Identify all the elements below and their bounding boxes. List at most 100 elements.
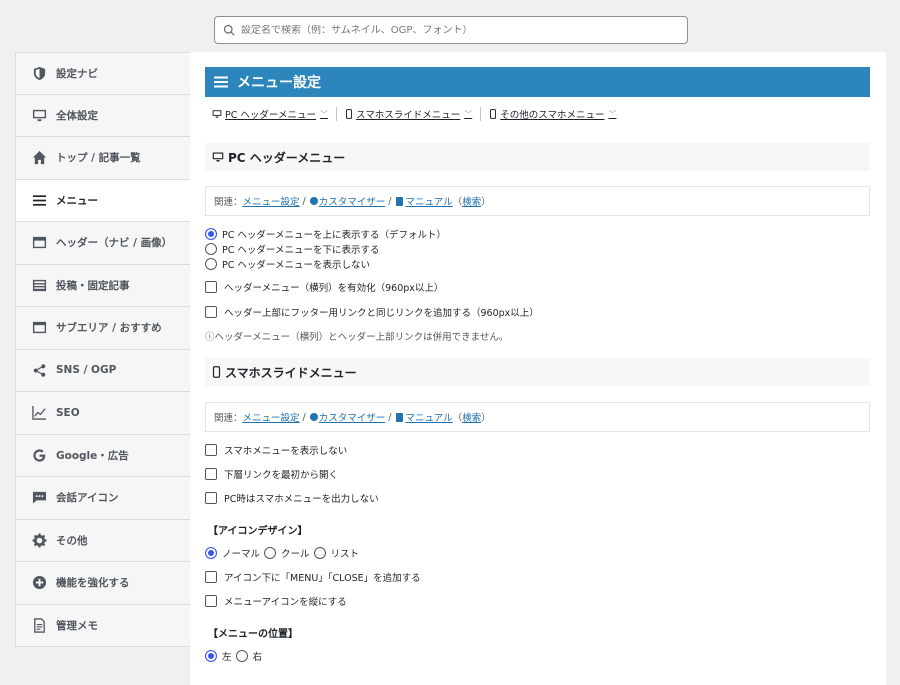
customizer-icon: [309, 413, 318, 421]
link-menu-settings[interactable]: メニュー設定: [243, 194, 300, 208]
link-menu-settings[interactable]: メニュー設定: [243, 410, 300, 424]
radio-position-left[interactable]: 左: [205, 649, 232, 663]
radio-label: PC ヘッダーメニューを上に表示する（デフォルト）: [222, 230, 447, 241]
sidebar-item-enhance[interactable]: 機能を強化する: [15, 562, 191, 605]
link-customizer[interactable]: カスタマイザー: [319, 410, 386, 424]
checkbox[interactable]: [205, 468, 217, 480]
radio-design-cool[interactable]: クール: [264, 546, 310, 560]
book-icon: [396, 196, 404, 206]
sidebar-item-label: トップ / 記事一覧: [56, 152, 141, 165]
checkbox[interactable]: [205, 595, 217, 607]
page-title-bar: メニュー設定: [205, 67, 870, 97]
sidebar-item-chat-icon[interactable]: 会話アイコン: [15, 477, 191, 520]
radio-button[interactable]: [313, 547, 326, 559]
sidebar-item-top[interactable]: トップ / 記事一覧: [15, 137, 191, 180]
checkbox-label: 下層リンクを最初から開く: [224, 470, 339, 481]
book-icon: [396, 412, 404, 422]
checkbox-footer-links[interactable]: ヘッダー上部にフッター用リンクと同じリンクを追加する（960px以上）: [205, 305, 539, 319]
monitor-icon: [31, 107, 47, 123]
menu-position-title: 【メニューの位置】: [208, 629, 298, 640]
search-input[interactable]: [241, 24, 671, 36]
sidebar-item-label: 設定ナビ: [56, 67, 98, 80]
post-icon: [31, 277, 47, 293]
related-prefix: 関連：: [214, 197, 243, 208]
chevron-down-icon: ﹀: [464, 109, 473, 119]
radio-pc-bottom[interactable]: PC ヘッダーメニューを下に表示する: [205, 242, 380, 256]
checkbox[interactable]: [205, 444, 217, 456]
info-note: ⓘヘッダーメニュー（横列）とヘッダー上部リンクは併用できません。: [205, 332, 509, 343]
checkbox-horizontal-menu[interactable]: ヘッダーメニュー（横列）を有効化（960px以上）: [205, 280, 443, 294]
separator: /: [388, 411, 392, 423]
link-search[interactable]: 検索: [462, 194, 481, 208]
sidebar-item-label: 管理メモ: [56, 619, 98, 632]
radio-button[interactable]: [205, 228, 217, 240]
checkbox[interactable]: [205, 492, 217, 504]
tab-pc-header-menu[interactable]: PC ヘッダーメニュー ﹀: [212, 107, 338, 121]
radio-label: リスト: [330, 549, 360, 560]
related-links-sp: 関連： メニュー設定 / カスタマイザー / マニュアル （検索）: [205, 402, 870, 432]
checkbox-sp-hide[interactable]: スマホメニューを表示しない: [205, 443, 347, 457]
radio-design-list[interactable]: リスト: [313, 546, 360, 560]
radio-button[interactable]: [264, 547, 277, 559]
link-search[interactable]: 検索: [462, 410, 481, 424]
sidebar-item-general[interactable]: 全体設定: [15, 94, 191, 137]
plus-circle-icon: [31, 575, 47, 591]
radio-label: ノーマル: [222, 549, 261, 560]
link-manual[interactable]: マニュアル: [405, 194, 452, 208]
sidebar-item-header[interactable]: ヘッダー（ナビ / 画像）: [15, 222, 191, 265]
radio-button[interactable]: [205, 243, 217, 255]
checkbox-label: ヘッダー上部にフッター用リンクと同じリンクを追加する（960px以上）: [224, 308, 539, 319]
tab-label: その他のスマホメニュー: [500, 110, 605, 121]
radio-pc-top[interactable]: PC ヘッダーメニューを上に表示する（デフォルト）: [205, 227, 446, 241]
radio-button[interactable]: [205, 258, 217, 270]
sidebar-item-settings-nav[interactable]: 設定ナビ: [15, 52, 191, 95]
section-tabs: PC ヘッダーメニュー ﹀ スマホスライドメニュー ﹀ その他のスマホメニュー …: [212, 107, 632, 121]
sidebar-item-seo[interactable]: SEO: [15, 392, 191, 435]
subarea-icon: [31, 320, 47, 336]
monitor-icon: [212, 109, 222, 119]
tab-label: PC ヘッダーメニュー: [225, 110, 317, 121]
sidebar-item-sns[interactable]: SNS / OGP: [15, 349, 191, 392]
link-customizer[interactable]: カスタマイザー: [319, 194, 386, 208]
radio-label: クール: [281, 549, 310, 560]
monitor-icon: [212, 151, 224, 163]
checkbox-vertical-icon[interactable]: メニューアイコンを縦にする: [205, 594, 347, 608]
tab-sp-slide-menu[interactable]: スマホスライドメニュー ﹀: [345, 107, 482, 121]
search-box[interactable]: [214, 16, 688, 44]
tab-other-sp-menu[interactable]: その他のスマホメニュー ﹀: [489, 107, 624, 121]
menu-icon: [31, 192, 47, 208]
related-prefix: 関連：: [214, 413, 243, 424]
section-heading-label: スマホスライドメニュー: [225, 365, 357, 380]
radio-pc-hide[interactable]: PC ヘッダーメニューを表示しない: [205, 257, 370, 271]
link-manual[interactable]: マニュアル: [405, 410, 452, 424]
sidebar-item-label: ヘッダー（ナビ / 画像）: [56, 237, 173, 250]
sidebar-item-menu[interactable]: メニュー: [15, 179, 191, 222]
sidebar-item-memo[interactable]: 管理メモ: [15, 604, 191, 647]
sidebar-item-other[interactable]: その他: [15, 519, 191, 562]
radio-button[interactable]: [235, 650, 248, 662]
checkbox[interactable]: [205, 281, 217, 293]
google-icon: [31, 447, 47, 463]
checkbox[interactable]: [205, 571, 217, 583]
sidebar-item-google[interactable]: Google・広告: [15, 434, 191, 477]
section-heading-pc: PC ヘッダーメニュー: [205, 143, 870, 171]
memo-icon: [31, 617, 47, 633]
sidebar-item-posts[interactable]: 投稿・固定記事: [15, 264, 191, 307]
radio-button[interactable]: [205, 547, 217, 559]
related-links-pc: 関連： メニュー設定 / カスタマイザー / マニュアル （検索）: [205, 186, 870, 216]
radio-design-normal[interactable]: ノーマル: [205, 546, 260, 560]
checkbox[interactable]: [205, 306, 217, 318]
checkbox-sp-open[interactable]: 下層リンクを最初から開く: [205, 467, 338, 481]
checkbox-sp-no-pc[interactable]: PC時はスマホメニューを出力しない: [205, 491, 379, 505]
checkbox-menu-close[interactable]: アイコン下に「MENU」「CLOSE」を追加する: [205, 570, 421, 584]
icon-design-title: 【アイコンデザイン】: [208, 526, 308, 537]
radio-position-right[interactable]: 右: [235, 649, 262, 663]
gear-icon: [31, 532, 47, 548]
sidebar-item-label: SNS / OGP: [56, 364, 117, 377]
checkbox-label: ヘッダーメニュー（横列）を有効化（960px以上）: [224, 283, 444, 294]
chevron-down-icon: ﹀: [320, 109, 329, 119]
checkbox-label: PC時はスマホメニューを出力しない: [224, 494, 379, 505]
checkbox-label: アイコン下に「MENU」「CLOSE」を追加する: [224, 573, 421, 584]
sidebar-item-subarea[interactable]: サブエリア / おすすめ: [15, 307, 191, 350]
radio-button[interactable]: [205, 650, 217, 662]
